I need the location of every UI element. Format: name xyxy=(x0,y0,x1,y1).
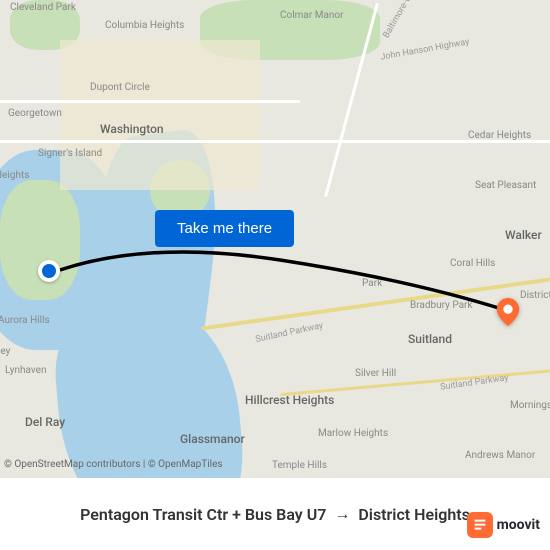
water-body-south xyxy=(49,293,250,478)
place-label: Bradbury Park xyxy=(410,300,472,311)
place-label: District xyxy=(520,290,550,301)
place-label-city: Del Ray xyxy=(25,415,65,429)
route-origin-text: Pentagon Transit Ctr + Bus Bay U7 xyxy=(80,505,326,524)
urban-area xyxy=(60,40,260,190)
route-destination-text: District Heights xyxy=(358,505,470,524)
place-label: Cedar Heights xyxy=(468,130,531,141)
place-label: Lynhaven xyxy=(5,365,46,376)
place-label: Cleveland Park xyxy=(10,2,76,13)
map-viewport[interactable]: Cleveland Park Columbia Heights Colmar M… xyxy=(0,0,550,478)
place-label: Heights xyxy=(0,170,29,181)
place-label-city: Washington xyxy=(100,122,164,136)
place-label-city: Hillcrest Heights xyxy=(245,393,334,407)
osm-attribution-link[interactable]: © OpenStreetMap contributors xyxy=(4,459,140,470)
road-highway xyxy=(280,367,550,396)
place-label: Temple Hills xyxy=(272,460,327,471)
place-label-city: Walker xyxy=(505,228,542,242)
place-label: Marlow Heights xyxy=(318,428,388,439)
place-label: Park xyxy=(362,278,382,289)
place-label: Signer's Island xyxy=(38,148,102,159)
moovit-icon xyxy=(467,512,493,538)
road-label: John Hanson Highway xyxy=(380,37,470,62)
road-label: Suitland Parkway xyxy=(255,321,324,345)
place-label: Mornings xyxy=(510,400,550,411)
place-label: Aurora Hills xyxy=(0,315,50,326)
place-label: Andrews Manor xyxy=(465,450,535,461)
place-label: Columbia Heights xyxy=(105,20,184,31)
place-label-city: Suitland xyxy=(408,332,452,346)
place-label: Georgetown xyxy=(8,108,62,119)
place-label: Silver Hill xyxy=(355,368,396,379)
place-label: Seat Pleasant xyxy=(475,180,536,191)
arrow-icon: → xyxy=(334,504,350,524)
road-label: Baltimore-Wash xyxy=(382,0,422,40)
map-attribution: © OpenStreetMap contributors | © OpenMap… xyxy=(4,459,223,470)
moovit-logo[interactable]: moovit xyxy=(467,512,540,538)
road xyxy=(0,100,300,103)
place-label: Coral Hills xyxy=(450,258,495,269)
destination-marker[interactable] xyxy=(494,298,522,326)
take-me-there-button[interactable]: Take me there xyxy=(155,210,294,247)
moovit-brand-text: moovit xyxy=(497,517,540,533)
place-label: Colmar Manor xyxy=(280,10,344,21)
park-area xyxy=(0,180,80,300)
place-label: ley xyxy=(0,346,10,357)
origin-marker[interactable] xyxy=(38,260,60,282)
place-label: Dupont Circle xyxy=(90,82,150,93)
place-label-city: Glassmanor xyxy=(180,432,245,446)
omt-attribution-link[interactable]: © OpenMapTiles xyxy=(148,459,223,470)
